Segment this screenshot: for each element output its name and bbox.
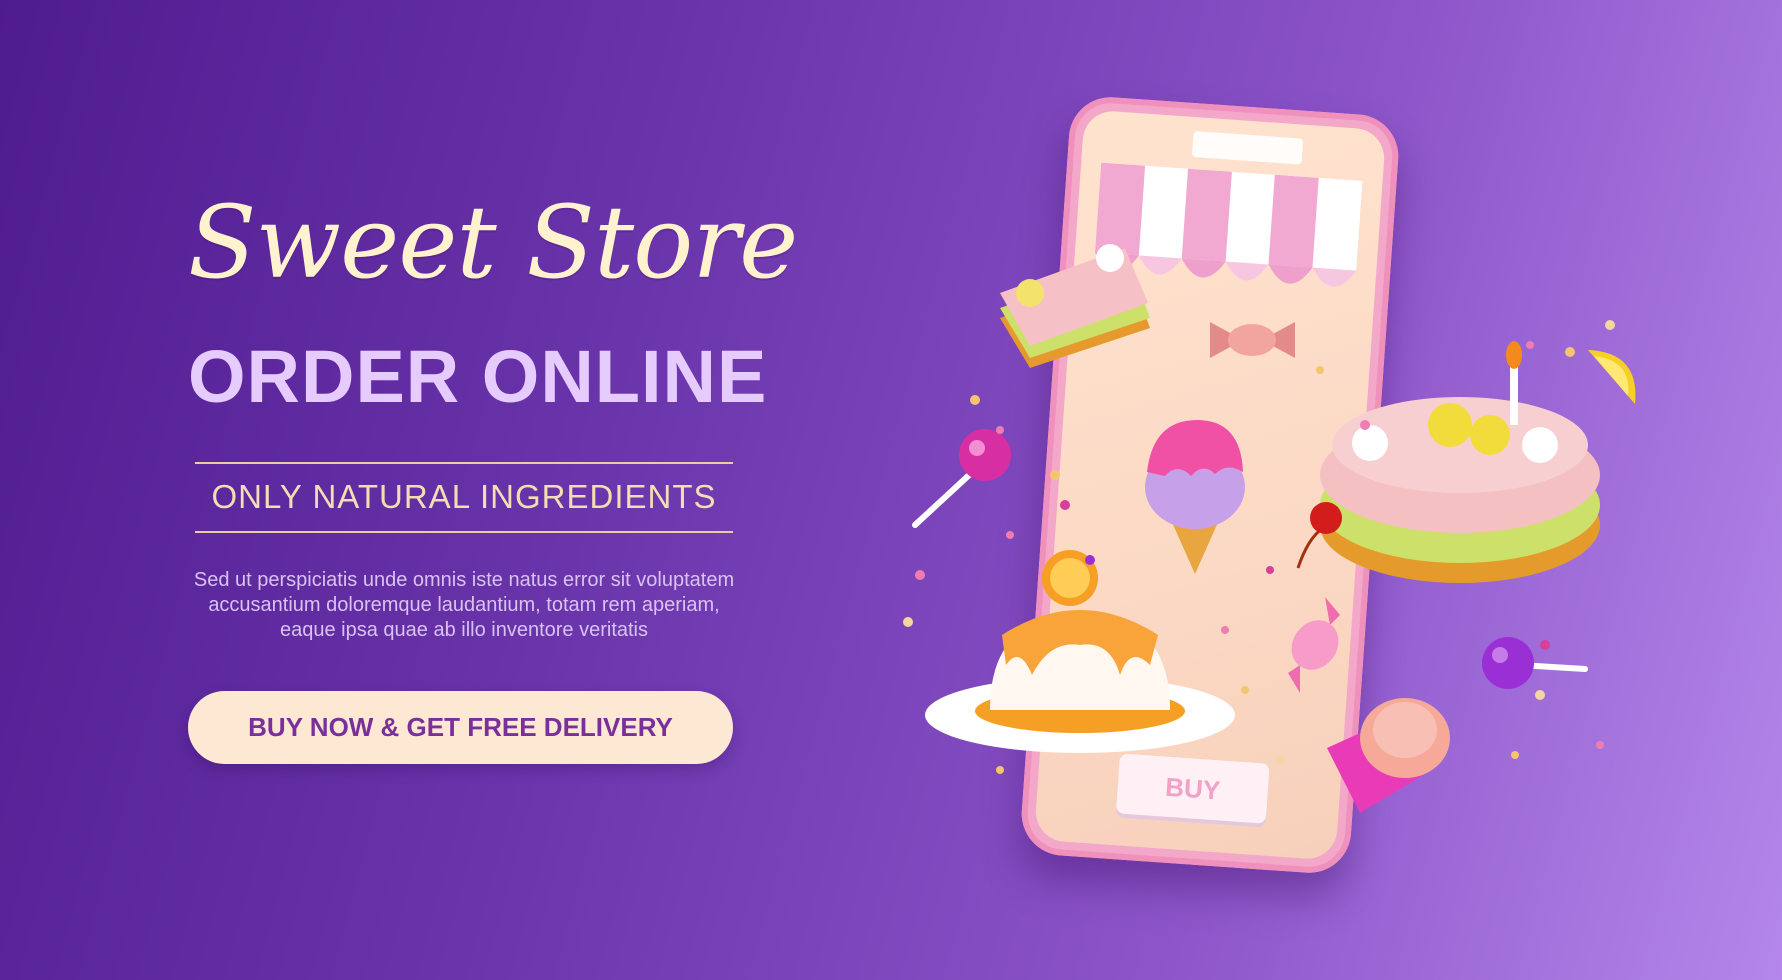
divider-bottom xyxy=(195,531,733,533)
script-title: Sweet Store xyxy=(188,184,798,301)
divider-top xyxy=(195,462,733,464)
body-text: Sed ut perspiciatis unde omnis iste natu… xyxy=(193,569,735,641)
sprinkles-decoration xyxy=(903,320,1615,774)
phone-speaker xyxy=(1191,130,1304,165)
order-online-title: ORDER ONLINE xyxy=(188,335,768,418)
buy-now-button[interactable]: BUY NOW & GET FREE DELIVERY xyxy=(188,691,733,764)
subtitle: ONLY NATURAL INGREDIENTS xyxy=(211,478,717,515)
product-scene: BUY xyxy=(880,80,1680,900)
